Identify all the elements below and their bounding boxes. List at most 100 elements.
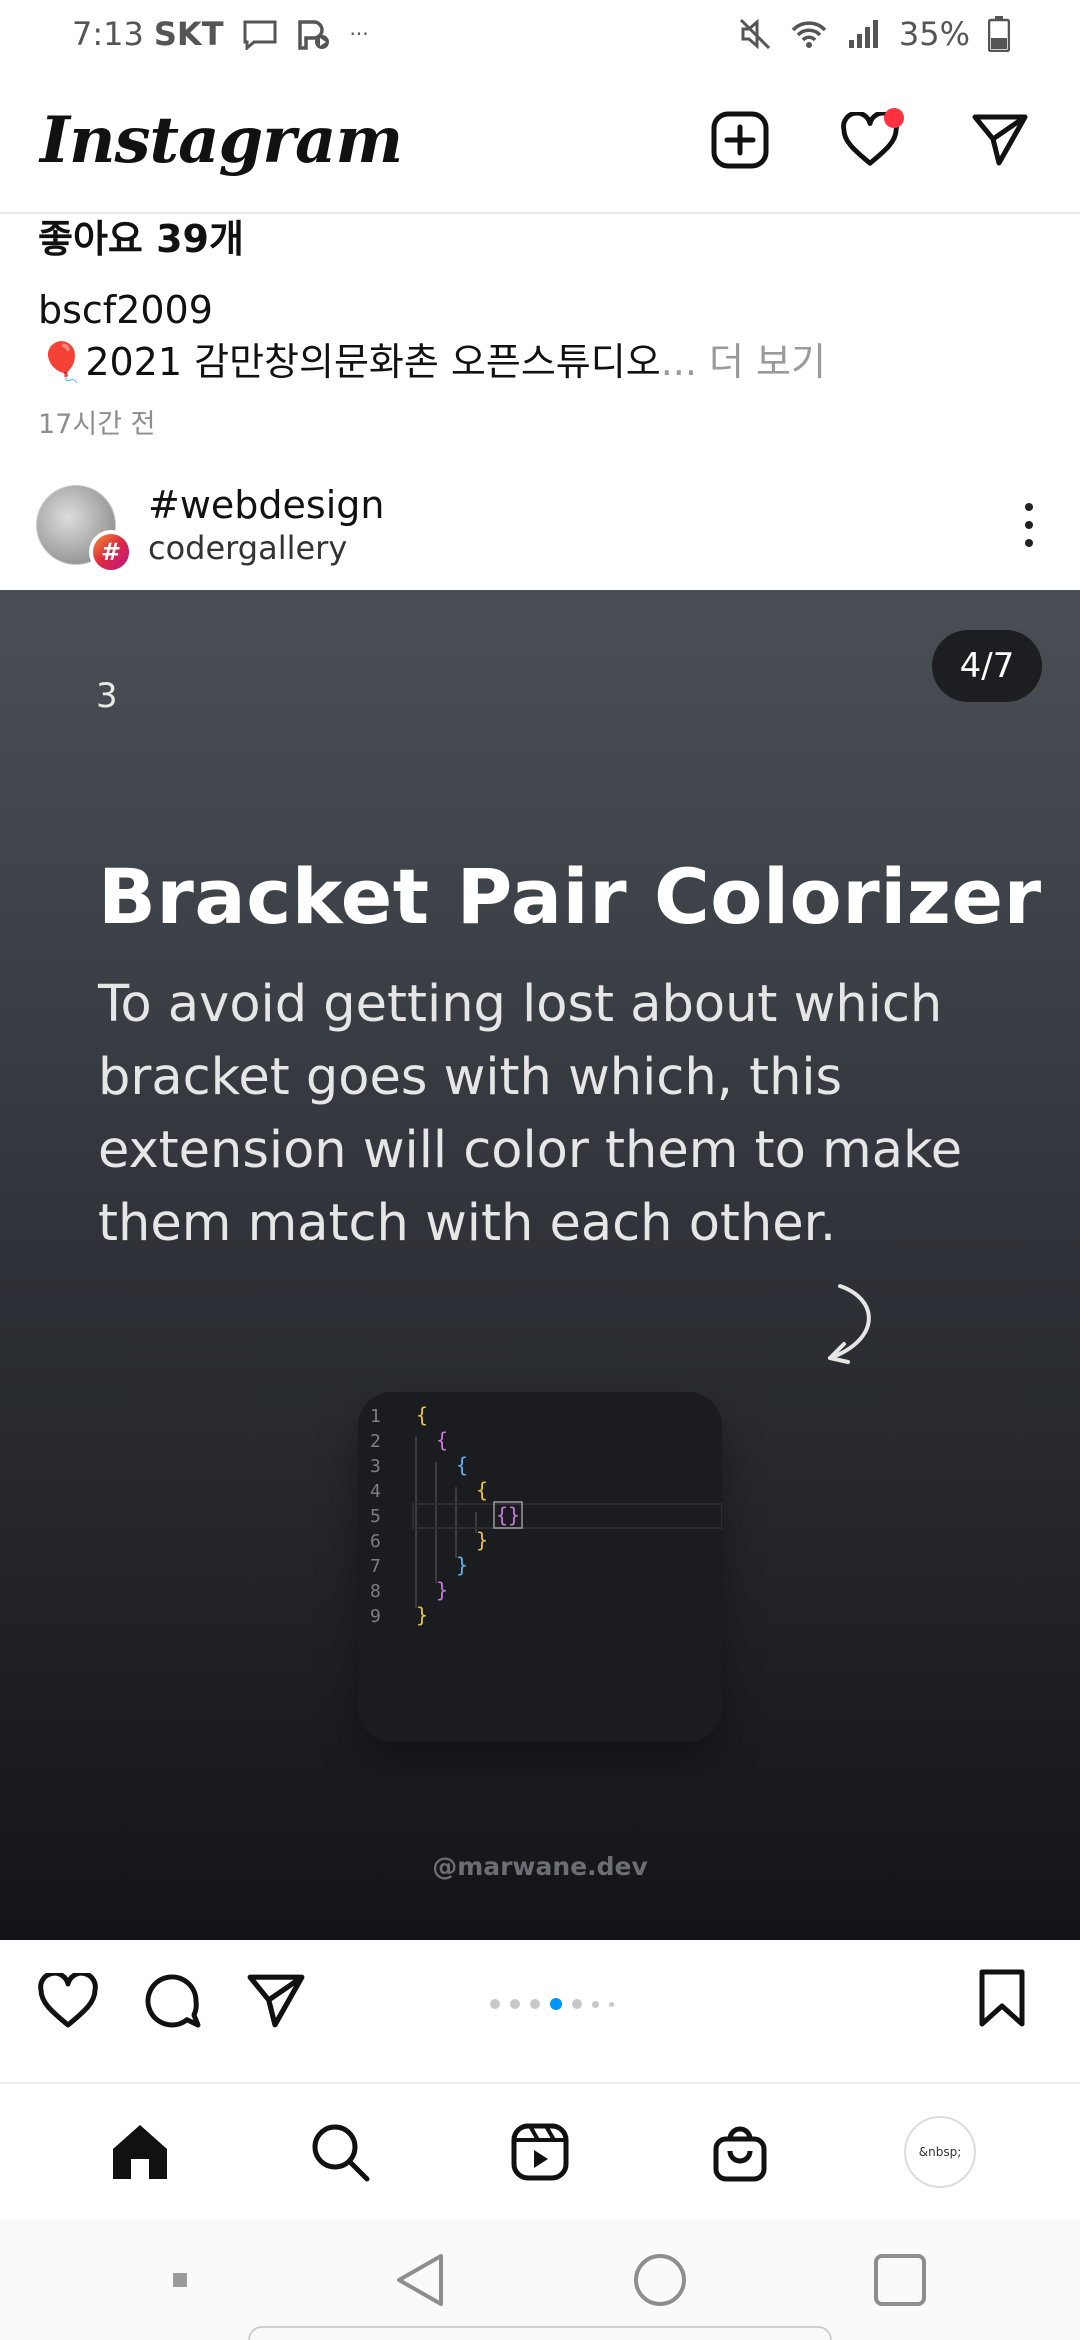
gesture-bar bbox=[248, 2326, 832, 2340]
bracket: { bbox=[416, 1403, 428, 1427]
recents-icon bbox=[874, 2254, 926, 2306]
search-icon bbox=[312, 2124, 370, 2182]
like-button[interactable] bbox=[36, 1969, 100, 2033]
back-icon bbox=[397, 2254, 443, 2306]
carousel-counter: 4/7 bbox=[932, 630, 1042, 702]
caption-username[interactable]: bscf2009 bbox=[38, 284, 1038, 336]
post-caption[interactable]: bscf2009 🎈2021 감만창의문화촌 오픈스튜디오... 더 보기 bbox=[38, 284, 1038, 388]
home-circle-icon bbox=[634, 2254, 686, 2306]
new-post-icon bbox=[711, 111, 769, 169]
bracket: { bbox=[456, 1453, 468, 1477]
line-number: 1 bbox=[370, 1406, 381, 1427]
carousel-dot bbox=[490, 1999, 500, 2009]
line-number: 6 bbox=[370, 1531, 381, 1552]
carousel-dot-active bbox=[550, 1998, 562, 2010]
curved-arrow-icon bbox=[828, 1284, 871, 1364]
status-time: 7:13 bbox=[72, 15, 144, 53]
line-number: 7 bbox=[370, 1556, 381, 1577]
kebab-dot bbox=[1025, 503, 1033, 511]
mute-icon bbox=[739, 18, 770, 50]
carousel-dot bbox=[510, 1999, 520, 2009]
bracket: } bbox=[436, 1578, 448, 1602]
account-name[interactable]: codergallery bbox=[148, 528, 384, 568]
reels-icon bbox=[511, 2123, 569, 2181]
slide-title: Bracket Pair Colorizer bbox=[98, 852, 1042, 941]
carousel-dot bbox=[572, 1999, 582, 2009]
post-actions bbox=[0, 1940, 1080, 2062]
carousel-dot bbox=[592, 2000, 599, 2008]
watermark: @marwane.dev bbox=[432, 1852, 648, 1881]
status-overflow: ··· bbox=[349, 22, 369, 46]
system-home-button[interactable] bbox=[630, 2250, 690, 2310]
line-number: 5 bbox=[370, 1506, 381, 1527]
carousel-dot bbox=[609, 2001, 614, 2007]
nav-home[interactable] bbox=[104, 2116, 176, 2188]
post-meta: #webdesign codergallery bbox=[148, 482, 384, 568]
new-post-button[interactable] bbox=[710, 110, 770, 170]
post-image[interactable]: 4/7 3 Bracket Pair Colorizer To avoid ge… bbox=[0, 590, 1080, 1940]
more-link[interactable]: ... 더 보기 bbox=[661, 340, 826, 384]
kebab-dot bbox=[1025, 539, 1033, 547]
carousel-indicator bbox=[490, 1998, 614, 2010]
status-carrier: SKT bbox=[153, 15, 224, 53]
comment-icon bbox=[145, 1974, 201, 2028]
like-count[interactable]: 좋아요 39개 bbox=[38, 214, 1038, 264]
post-timestamp: 17시간 전 bbox=[38, 409, 156, 440]
hashtag-link[interactable]: #webdesign bbox=[148, 482, 384, 528]
notification-dot bbox=[884, 108, 904, 128]
header-actions bbox=[710, 108, 1040, 170]
line-number: 4 bbox=[370, 1481, 381, 1502]
direct-message-button[interactable] bbox=[970, 110, 1030, 170]
direct-message-icon bbox=[972, 114, 1028, 166]
signal-icon bbox=[848, 20, 878, 48]
caption-text: 2021 감만창의문화촌 오픈스튜디오 bbox=[85, 340, 661, 384]
carousel-dot bbox=[530, 1999, 540, 2009]
system-menu-button[interactable] bbox=[150, 2250, 210, 2310]
heart-icon bbox=[38, 1973, 98, 2028]
nav-profile[interactable]: &nbsp; bbox=[904, 2116, 976, 2188]
wifi-icon bbox=[791, 21, 827, 48]
app-header: Instagram bbox=[0, 68, 1080, 214]
bracket: } bbox=[476, 1528, 488, 1552]
code-snippet: 1 2 3 4 5 6 7 8 9 {{{{{}}}}} bbox=[370, 1403, 723, 1627]
shop-icon bbox=[713, 2126, 767, 2182]
bracket: { bbox=[476, 1478, 488, 1502]
nav-reels[interactable] bbox=[504, 2116, 576, 2188]
system-recents-button[interactable] bbox=[870, 2250, 930, 2310]
slide-body: To avoid getting lost about which bracke… bbox=[98, 975, 963, 1253]
line-number: 3 bbox=[370, 1456, 381, 1477]
nav-shop[interactable] bbox=[704, 2116, 776, 2188]
instagram-logo[interactable]: Instagram bbox=[40, 103, 403, 178]
share-button[interactable] bbox=[244, 1969, 308, 2033]
battery-icon bbox=[988, 16, 1010, 52]
line-number: 8 bbox=[370, 1581, 381, 1602]
line-number: 2 bbox=[370, 1431, 381, 1452]
slide-number: 3 bbox=[96, 676, 118, 716]
balloon-emoji: 🎈 bbox=[38, 340, 86, 384]
active-line-highlight bbox=[412, 1503, 723, 1529]
more-options-button[interactable] bbox=[1014, 495, 1044, 555]
message-icon bbox=[243, 20, 277, 50]
post-header: # #webdesign codergallery bbox=[0, 460, 1080, 590]
previous-post-footer: 좋아요 39개 bscf2009 🎈2021 감만창의문화촌 오픈스튜디오...… bbox=[38, 214, 1038, 441]
home-icon bbox=[113, 2125, 167, 2179]
profile-avatar: &nbsp; bbox=[904, 2116, 976, 2188]
system-back-button[interactable] bbox=[390, 2250, 450, 2310]
bracket: { bbox=[436, 1428, 448, 1452]
code-preview: 1 2 3 4 5 6 7 8 9 {{{{{}}}}} bbox=[358, 1392, 723, 1742]
save-button[interactable] bbox=[976, 1968, 1040, 2032]
status-bar: 7:13 SKT ··· 35% bbox=[0, 0, 1080, 68]
share-icon bbox=[247, 1974, 305, 2028]
bookmark-icon bbox=[979, 1969, 1025, 2027]
status-right: 35% bbox=[737, 15, 1010, 53]
small-square-icon bbox=[173, 2273, 187, 2287]
nav-search[interactable] bbox=[304, 2116, 376, 2188]
activity-button[interactable] bbox=[840, 108, 904, 170]
bracket: } bbox=[456, 1553, 468, 1577]
battery-percent: 35% bbox=[898, 15, 970, 53]
media-play-icon bbox=[297, 20, 329, 50]
comment-button[interactable] bbox=[140, 1969, 204, 2033]
line-number: 9 bbox=[370, 1606, 381, 1627]
status-left: 7:13 SKT ··· bbox=[72, 15, 369, 53]
avatar[interactable]: # bbox=[36, 485, 133, 574]
